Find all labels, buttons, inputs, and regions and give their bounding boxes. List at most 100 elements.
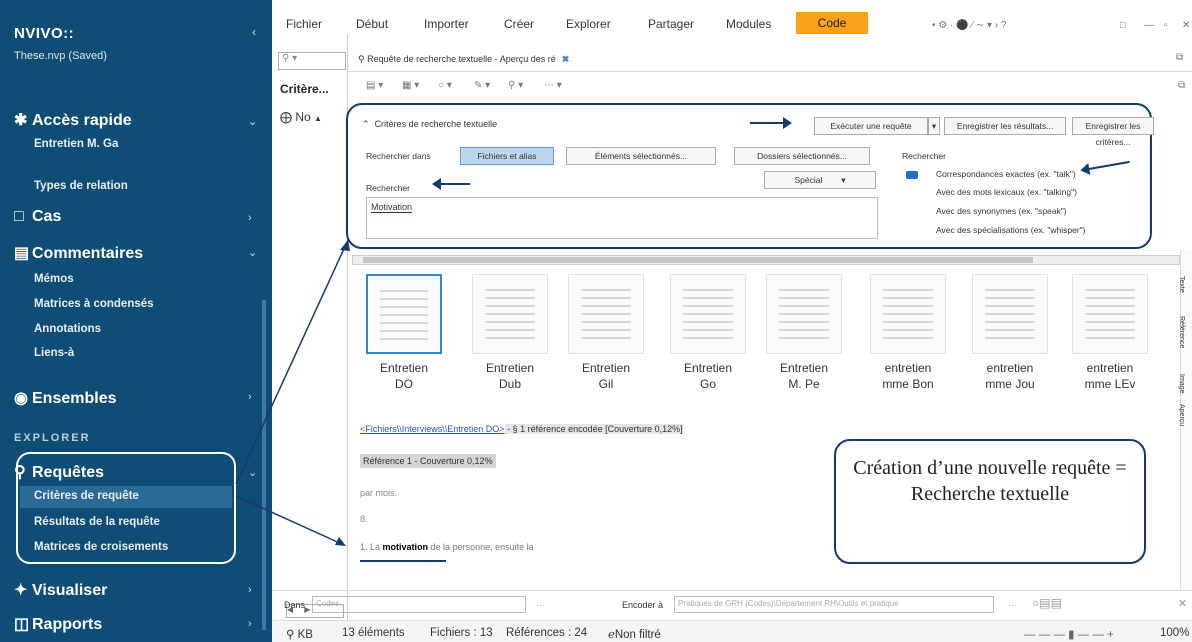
menu-modules[interactable]: Modules [726,17,771,31]
undock-icon[interactable]: ⧉ [1176,52,1183,63]
view-icon[interactable]: ▤ ▾ [366,80,383,91]
option-specializations[interactable]: Avec des spécialisations (ex. "whisper") [936,225,1086,235]
document-thumbnail[interactable] [568,274,644,354]
thumbnail-label[interactable]: Entretien Gil [561,360,651,392]
document-thumbnail[interactable] [366,274,442,354]
sidebar-subitem[interactable]: Annotations [34,323,101,335]
sidebar-subitem[interactable]: Liens-à [34,347,74,359]
close-icon[interactable]: ✕ [1182,20,1190,31]
minimize-icon[interactable]: — [1144,20,1154,31]
thumbnail-line [985,329,1035,331]
thumbnail-label[interactable]: Entretien DO [359,360,449,392]
chevron-right-icon[interactable]: › [248,584,252,596]
document-thumbnail[interactable] [670,274,746,354]
list-search-input[interactable]: ⚲ ▾ [278,52,346,70]
menu-debut[interactable]: Début [356,17,388,31]
annotation-arrow [750,117,792,129]
side-tab-reference[interactable]: Référence [1178,316,1185,348]
thumbnail-label[interactable]: Entretien Go [663,360,753,392]
chevron-down-icon[interactable]: ⌄ [248,246,257,259]
scope-selected-button[interactable]: Éléments sélectionnés... [566,147,716,165]
thumbnail-label[interactable]: entretien mme Bon [863,360,953,392]
match-slider-handle[interactable] [906,171,918,179]
more-icon[interactable]: ⋯ ▾ [544,80,562,91]
scope-files-button[interactable]: Fichiers et alias [460,147,554,165]
sidebar-scrollbar[interactable] [262,300,266,630]
save-criteria-button[interactable]: Enregistrer les critères... [1072,117,1154,147]
encode-dropdown[interactable]: Pratiques de GRH (Codes)\Département RH\… [674,596,994,613]
preview-match: motivation [382,542,429,552]
sidebar-subitem[interactable]: Entretien M. Ga [34,138,118,150]
shape-icon[interactable]: ○ ▾ [438,80,452,91]
document-thumbnail[interactable] [472,274,548,354]
zoom-slider[interactable]: — — — ▮ — — + [1024,627,1114,641]
chevron-down-icon[interactable]: ⌄ [248,466,257,479]
tab-text-search-query[interactable]: ⚲ Requête de recherche textuelle - Aperç… [358,54,569,65]
preview-file-link[interactable]: <Fichiers\\Interviews\\Entretien DO> [360,424,505,434]
search-text-input[interactable]: Motivation [366,197,878,239]
criteria-panel-title[interactable]: ⌃ Critères de recherche textuelle [362,119,497,130]
side-tab-texte[interactable]: Texte [1178,276,1185,293]
option-synonyms[interactable]: Avec des synonymes (ex. "speak") [936,206,1067,216]
toolbar-quick-icons[interactable]: • ⚙ · ⚫ ⁄ ∼ ▾ › ? [932,20,1006,31]
special-dropdown[interactable]: Spécial ▾ [764,171,876,189]
sidebar-item-sets[interactable]: ◉ Ensembles [14,388,116,408]
criteria-horizontal-scrollbar[interactable] [352,255,1180,265]
menu-creer[interactable]: Créer [504,17,534,31]
menu-fichier[interactable]: Fichier [286,17,322,31]
sidebar-subitem[interactable]: Types de relation [34,180,128,192]
chevron-right-icon[interactable]: › [248,618,252,630]
option-exact[interactable]: Correspondances exactes (ex. "talk") [936,169,1076,179]
save-results-button[interactable]: Enregistrer les résultats... [944,117,1066,135]
document-thumbnail[interactable] [1072,274,1148,354]
thumbnail-line [581,313,631,315]
side-tab-apercu[interactable]: Aperçu [1178,404,1185,426]
option-stemmed[interactable]: Avec des mots lexicaux (ex. "talking") [936,187,1077,197]
side-tab-image[interactable]: Image [1178,374,1185,393]
thumbnail-label[interactable]: entretien mme LEv [1065,360,1155,392]
menu-importer[interactable]: Importer [424,17,469,31]
thumbnail-line [581,337,631,339]
collapse-sidebar-icon[interactable]: ‹ [252,25,256,39]
thumbnail-label[interactable]: Entretien Dub [465,360,555,392]
restore-icon[interactable]: □ [1120,20,1126,31]
sidebar-item-cases[interactable]: □ Cas [14,208,61,226]
run-query-button[interactable]: Exécuter une requête [814,117,928,135]
browse-icon[interactable]: ⋯ [1008,600,1017,611]
sidebar-subitem[interactable]: Matrices à condensés [34,298,154,310]
thumbnail-line [883,305,933,307]
browse-icon[interactable]: ⋯ [536,600,545,611]
ribbon-menubar: Fichier Début Importer Créer Explorer Pa… [272,0,1192,34]
sidebar-subitem[interactable]: Mémos [34,273,74,285]
maximize-icon[interactable]: ▫ [1164,20,1168,31]
sidebar-item-visualize[interactable]: ✦ Visualiser [14,580,107,600]
menu-partager[interactable]: Partager [648,17,694,31]
document-thumbnail[interactable] [870,274,946,354]
close-tab-icon[interactable]: ✖ [562,54,570,64]
close-encode-icon[interactable]: ✕ [1178,597,1187,610]
chevron-down-icon[interactable]: ⌄ [248,115,257,128]
zoom-icon[interactable]: ⚲ ▾ [508,80,523,91]
run-query-dropdown[interactable]: ▾ [928,117,940,135]
document-thumbnail[interactable] [766,274,842,354]
list-row[interactable]: ⨁ No ▲ [280,110,322,124]
edit-icon[interactable]: ✎ ▾ [474,80,490,91]
document-thumbnail[interactable] [972,274,1048,354]
chevron-right-icon[interactable]: › [248,212,252,224]
scrollbar-thumb[interactable] [363,257,1033,263]
options-icon[interactable]: ⧉ [1178,80,1185,91]
menu-explorer[interactable]: Explorer [566,17,611,31]
folder-icon: □ [14,208,24,225]
sidebar-item-comments[interactable]: ▤ Commentaires [14,243,143,263]
in-dropdown[interactable]: Codes [312,596,526,613]
layout-icon[interactable]: ▦ ▾ [402,80,419,91]
list-column-header[interactable]: Critère... [280,82,329,96]
menu-code[interactable]: Code [796,12,868,34]
thumbnail-label[interactable]: Entretien M. Pe [759,360,849,392]
sidebar-item-reports[interactable]: ◫ Rapports [14,614,102,634]
chevron-right-icon[interactable]: › [248,391,252,403]
scope-folders-button[interactable]: Dossiers sélectionnés... [734,147,870,165]
sidebar-item-quick-access[interactable]: ✱ Accès rapide [14,110,132,130]
encode-option-icons[interactable]: ○▤▤ [1032,596,1062,610]
thumbnail-label[interactable]: entretien mme Jou [965,360,1055,392]
